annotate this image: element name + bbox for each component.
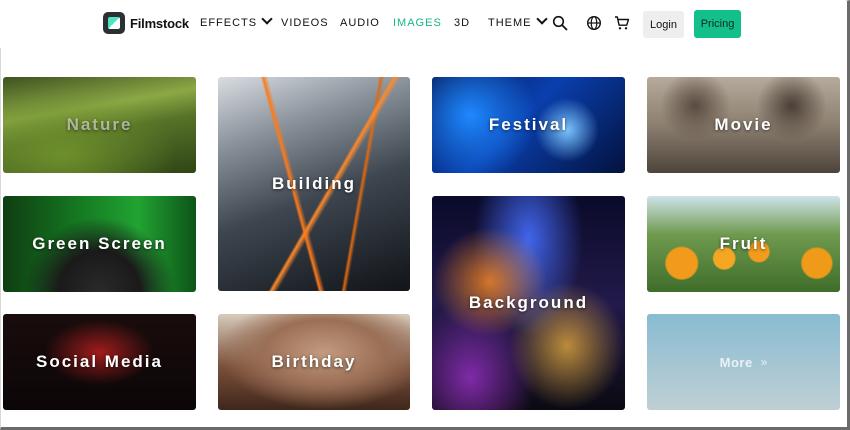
category-tile-nature[interactable]: Nature <box>3 77 196 173</box>
nav-audio[interactable]: AUDIO <box>340 17 380 29</box>
category-tile-green-screen[interactable]: Green Screen <box>3 196 196 292</box>
category-label: Social Media <box>36 352 163 371</box>
category-tile-social-media[interactable]: Social Media <box>3 314 196 410</box>
category-label: Building <box>272 174 356 193</box>
double-chevron-right-icon: » <box>760 355 768 369</box>
login-button[interactable]: Login <box>643 11 684 38</box>
nav-3d[interactable]: 3D <box>454 17 470 29</box>
brand-logo[interactable]: Filmstock <box>103 12 189 34</box>
nav-theme-label: THEME <box>488 17 532 29</box>
category-tile-fruit[interactable]: Fruit <box>647 196 840 292</box>
category-label: Green Screen <box>32 234 167 253</box>
top-navigation: Filmstock EFFECTS VIDEOS AUDIO IMAGES 3D… <box>0 0 846 48</box>
category-tile-background[interactable]: Background <box>432 196 625 410</box>
category-tile-building[interactable]: Building <box>218 77 410 291</box>
nav-videos[interactable]: VIDEOS <box>281 17 329 29</box>
category-label: Background <box>468 293 589 312</box>
more-label: More <box>719 354 753 370</box>
brand-name: Filmstock <box>130 15 189 31</box>
nav-effects-label: EFFECTS <box>200 17 258 29</box>
category-label: Movie <box>714 115 773 134</box>
nav-theme[interactable]: THEME <box>488 13 548 29</box>
pricing-button[interactable]: Pricing <box>694 10 741 38</box>
chevron-down-icon <box>261 13 273 25</box>
category-label: Fruit <box>719 234 768 253</box>
more-categories-button[interactable]: More » <box>647 314 840 410</box>
category-tile-birthday[interactable]: Birthday <box>218 314 410 410</box>
search-icon[interactable] <box>552 15 568 31</box>
chevron-down-icon <box>535 13 548 25</box>
category-label: Festival <box>488 115 569 134</box>
category-tile-movie[interactable]: Movie <box>647 77 840 173</box>
category-label: Birthday <box>271 352 357 371</box>
logo-icon <box>103 12 125 34</box>
nav-images[interactable]: IMAGES <box>393 17 442 29</box>
cart-icon[interactable] <box>614 15 630 31</box>
category-label: Nature <box>66 115 133 134</box>
category-tile-festival[interactable]: Festival <box>432 77 625 173</box>
nav-effects[interactable]: EFFECTS <box>200 13 273 29</box>
globe-icon[interactable] <box>586 15 602 31</box>
